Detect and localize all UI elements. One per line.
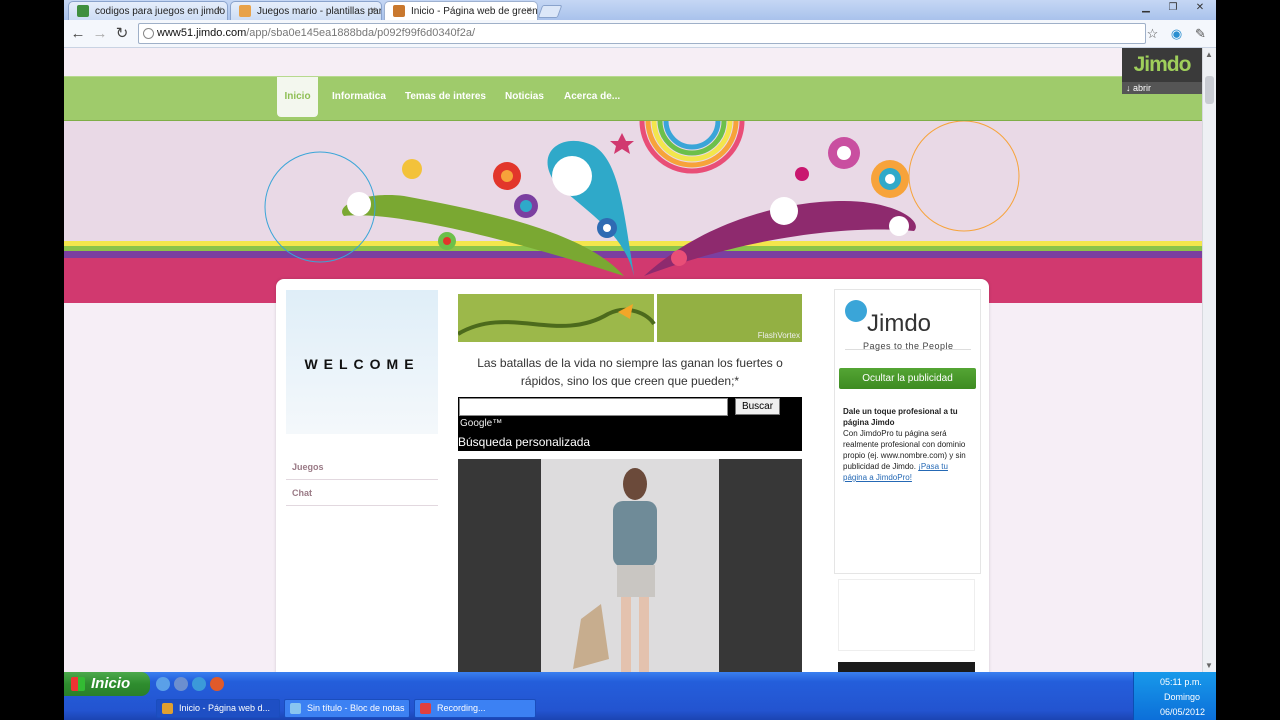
clock-date: 06/05/2012 — [1160, 707, 1206, 717]
close-icon[interactable]: × — [216, 5, 222, 16]
scroll-down-icon[interactable]: ▼ — [1205, 661, 1213, 670]
back-icon[interactable]: ← — [69, 25, 87, 43]
tab-title: Inicio - Página web de greenar — [411, 6, 538, 17]
hide-ads-button[interactable]: Ocultar la publicidad — [839, 368, 976, 389]
ad-placeholder — [838, 579, 975, 651]
search-button[interactable]: Buscar — [735, 398, 780, 415]
jimdo-open-label: abrir — [1133, 83, 1152, 93]
close-icon[interactable]: × — [526, 5, 532, 16]
welcome-image: WELCOME — [286, 290, 438, 434]
banner-artwork — [64, 121, 1202, 303]
windows-flag-icon — [71, 677, 85, 691]
clock-time[interactable]: 05:11 p.m. — [1160, 677, 1202, 687]
bookmark-star-icon[interactable]: ☆ — [1145, 26, 1160, 41]
google-favicon-icon — [77, 5, 89, 17]
site-navbar: Inicio Informatica Temas de interes Noti… — [64, 76, 1202, 121]
quote-text: Las batallas de la vida no siempre las g… — [477, 356, 783, 388]
promo-title: Dale un toque profesional a tu página Ji… — [843, 407, 958, 427]
tab-strip: codigos para juegos en jimdo × Juegos ma… — [64, 0, 1216, 21]
sidebar-link-juegos[interactable]: Juegos — [286, 454, 438, 480]
extension-icon[interactable]: ◉ — [1169, 26, 1184, 41]
start-button[interactable]: Inicio — [64, 672, 150, 696]
notepad-icon — [290, 703, 301, 714]
forward-icon[interactable]: → — [91, 25, 109, 43]
page-icon — [143, 28, 154, 39]
scroll-up-icon[interactable]: ▲ — [1205, 50, 1213, 59]
chrome-icon — [162, 703, 173, 714]
window-controls: ▁ ❐ ✕ — [1134, 1, 1212, 15]
taskbar-item-label: Inicio - Página web d... — [179, 703, 271, 713]
windows-taskbar: Inicio Inicio - Página web d... Sin títu… — [64, 672, 1216, 720]
flash-banner-art — [456, 294, 802, 342]
wrench-icon[interactable]: ✎ — [1193, 26, 1208, 41]
flash-banner[interactable]: FlashVortex — [456, 294, 802, 342]
site-favicon-icon — [393, 5, 405, 17]
fashion-photo — [458, 459, 802, 672]
recording-icon — [420, 703, 431, 714]
taskbar-item-label: Sin título - Bloc de notas — [307, 703, 405, 713]
nav-noticias[interactable]: Noticias — [505, 77, 544, 117]
header-banner — [64, 121, 1202, 303]
taskbar-item-notepad[interactable]: Sin título - Bloc de notas — [284, 699, 410, 718]
browser-toolbar: ← → ↻ www51.jimdo.com/app/sba0e145ea1888… — [64, 20, 1216, 48]
scroll-thumb[interactable] — [1205, 76, 1214, 104]
taskbar-item-recording[interactable]: Recording... — [414, 699, 536, 718]
page-viewport: Inicio Informatica Temas de interes Noti… — [64, 48, 1202, 672]
url-path: /app/sba0e145ea1888bda/p092f99f6d0340f2a… — [246, 27, 476, 39]
minimize-icon[interactable]: ▁ — [1134, 1, 1158, 15]
new-tab-button[interactable] — [537, 5, 563, 18]
jimdo-tagline: Pages to the People — [863, 341, 954, 351]
jimdo-ad-column: Jimdo Pages to the People Ocultar la pub… — [834, 289, 981, 574]
flash-caption: FlashVortex — [757, 331, 800, 340]
jimdo-badge-logo: Jimdo — [1133, 53, 1192, 76]
jimdo-open-link[interactable]: ↓ abrir — [1122, 82, 1202, 94]
site-favicon-icon — [239, 5, 251, 17]
screen: codigos para juegos en jimdo × Juegos ma… — [64, 0, 1216, 720]
page-scrollbar[interactable]: ▲ ▼ — [1202, 48, 1216, 672]
jimdo-badge[interactable]: Jimdo ↓ abrir — [1122, 48, 1202, 94]
content-card: WELCOME Juegos Chat FlashVortex Las bata… — [276, 279, 989, 672]
google-search-box: Buscar Google™ Búsqueda personalizada — [458, 397, 802, 451]
tab-title: codigos para juegos en jimdo — [95, 6, 226, 17]
restore-icon[interactable]: ❐ — [1161, 1, 1185, 15]
nav-inicio[interactable]: Inicio — [277, 77, 318, 117]
quicklaunch-media-icon[interactable] — [174, 677, 188, 691]
welcome-text: WELCOME — [304, 356, 420, 372]
model-figure — [573, 468, 657, 672]
system-tray: 05:11 p.m. Domingo 06/05/2012 — [1133, 672, 1216, 720]
quicklaunch-desktop-icon[interactable] — [156, 677, 170, 691]
jimdo-pro-promo: Dale un toque profesional a tu página Ji… — [843, 406, 971, 483]
quicklaunch-chrome-icon[interactable] — [210, 677, 224, 691]
taskbar-item-browser[interactable]: Inicio - Página web d... — [156, 699, 280, 718]
top-band — [64, 48, 1202, 76]
close-icon[interactable]: × — [370, 5, 376, 16]
sidebar-link-chat[interactable]: Chat — [286, 480, 438, 506]
nav-temas-de-interes[interactable]: Temas de interes — [405, 77, 486, 117]
close-window-icon[interactable]: ✕ — [1188, 1, 1212, 15]
photo-inner — [541, 459, 719, 672]
jimdo-smiley-icon — [845, 300, 867, 322]
tab-juegos-mario[interactable]: Juegos mario - plantillas para × — [230, 1, 382, 20]
url-host: www51.jimdo.com — [157, 27, 247, 39]
quicklaunch-ie-icon[interactable] — [192, 677, 206, 691]
jimdo-logo[interactable]: Jimdo Pages to the People — [845, 298, 971, 351]
reload-icon[interactable]: ↻ — [113, 25, 131, 43]
nav-acerca-de[interactable]: Acerca de... — [564, 77, 620, 117]
address-bar[interactable]: www51.jimdo.com/app/sba0e145ea1888bda/p0… — [138, 23, 1146, 44]
search-input[interactable] — [459, 398, 728, 416]
nav-informatica[interactable]: Informatica — [332, 77, 386, 117]
tab-title: Juegos mario - plantillas para — [257, 6, 382, 17]
start-label: Inicio — [91, 675, 131, 692]
taskbar-item-label: Recording... — [437, 703, 486, 713]
search-caption: Búsqueda personalizada — [458, 435, 591, 449]
jimdo-logo-text: Jimdo — [867, 310, 932, 337]
tab-codigos[interactable]: codigos para juegos en jimdo × — [68, 1, 228, 20]
tab-inicio[interactable]: Inicio - Página web de greenar × — [384, 1, 538, 21]
clock-day: Domingo — [1164, 692, 1201, 702]
google-brand: Google™ — [460, 418, 503, 429]
dark-widget — [838, 662, 975, 672]
